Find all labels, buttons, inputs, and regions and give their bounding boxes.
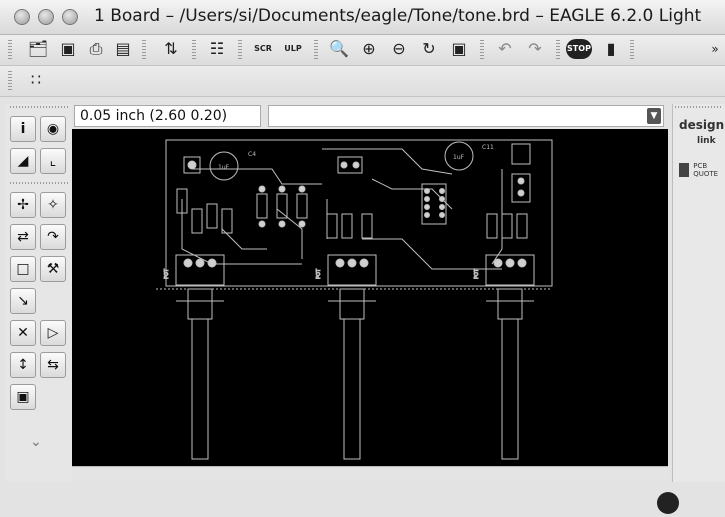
coordinate-bar: 0.05 inch (2.60 0.20) ▼ bbox=[72, 104, 668, 128]
toolbar-overflow-icon[interactable]: » bbox=[704, 38, 725, 60]
zoom-in-icon[interactable]: ⊕ bbox=[358, 38, 380, 60]
close-window-button[interactable] bbox=[14, 9, 30, 25]
pot-2-label: POT bbox=[316, 268, 322, 279]
info-icon[interactable]: i bbox=[10, 116, 36, 142]
window-title: 1 Board – /Users/si/Documents/eagle/Tone… bbox=[94, 6, 702, 26]
mark-icon[interactable]: ⌞ bbox=[40, 148, 66, 174]
status-indicator-icon bbox=[657, 492, 679, 514]
toolbar-grip bbox=[142, 40, 146, 60]
pinswap-icon[interactable]: ↕ bbox=[10, 352, 36, 378]
zoom-redraw-icon[interactable]: ↻ bbox=[418, 38, 440, 60]
c4-value: 1uF bbox=[218, 164, 230, 171]
toolbar-grip bbox=[630, 40, 634, 60]
stop-icon[interactable]: STOP bbox=[566, 39, 592, 59]
pcb-quote-label-1: PCB bbox=[693, 162, 708, 170]
toolbar-grip[interactable] bbox=[8, 71, 12, 91]
grid-icon[interactable]: ∷ bbox=[25, 69, 47, 91]
design-link-logo-sub: link bbox=[697, 136, 716, 146]
show-icon[interactable]: ◉ bbox=[40, 116, 66, 142]
command-palette: i ◉ ◢ ⌞ ✢ ✧ ⇄ ↷ □ ⚒ ↘ ✕ ▷ ↕ ⇆ ▣ ⌄ bbox=[6, 104, 72, 484]
replace-icon[interactable]: ⇆ bbox=[40, 352, 66, 378]
save-icon[interactable]: ▣ bbox=[57, 38, 79, 60]
pcb-quote-label-2: QUOTE bbox=[693, 170, 719, 178]
main-toolbar: 🗂 ▣ ⎙ ▤ ⇅ ☷ SCR ULP 🔍 ⊕ ⊖ ↻ ▣ ↶ ↷ STOP ▮… bbox=[0, 35, 725, 66]
paste-icon[interactable]: ↘ bbox=[10, 288, 36, 314]
pot-3-label: POT bbox=[474, 268, 480, 279]
script-icon[interactable]: SCR bbox=[252, 38, 274, 60]
zoom-window-button[interactable] bbox=[62, 9, 78, 25]
board-schematic-icon[interactable]: ⇅ bbox=[160, 38, 182, 60]
change-icon[interactable]: ⚒ bbox=[40, 256, 66, 282]
command-line-input[interactable]: ▼ bbox=[268, 105, 664, 127]
cam-icon[interactable]: ▤ bbox=[112, 38, 134, 60]
zoom-out-icon[interactable]: ⊖ bbox=[388, 38, 410, 60]
library-icon[interactable]: ☷ bbox=[206, 38, 228, 60]
design-link-logo[interactable]: design link bbox=[679, 118, 724, 146]
undo-icon[interactable]: ↶ bbox=[494, 38, 516, 60]
pot-1-label: POT bbox=[164, 268, 170, 279]
mirror-icon[interactable]: ⇄ bbox=[10, 224, 36, 250]
panel-grip[interactable] bbox=[675, 106, 723, 108]
minimize-window-button[interactable] bbox=[38, 9, 54, 25]
chevron-down-icon[interactable]: ▼ bbox=[647, 108, 661, 124]
board-canvas[interactable]: 1uF C4 1uF C11 POT POT POT bbox=[72, 129, 668, 466]
pcb-quote-button[interactable]: PCB QUOTE bbox=[679, 162, 718, 178]
horizontal-scrollbar[interactable] bbox=[72, 466, 668, 481]
zoom-select-icon[interactable]: ▣ bbox=[448, 38, 470, 60]
open-icon[interactable]: 🗂 bbox=[27, 38, 49, 60]
toolbar-grip bbox=[480, 40, 484, 60]
redo-icon[interactable]: ↷ bbox=[524, 38, 546, 60]
rotate-icon[interactable]: ↷ bbox=[40, 224, 66, 250]
toolbar-grip bbox=[556, 40, 560, 60]
delete-icon[interactable]: ✕ bbox=[10, 320, 36, 346]
parameter-toolbar: ∷ bbox=[0, 66, 725, 97]
print-icon[interactable]: ⎙ bbox=[85, 38, 107, 60]
title-bar: 1 Board – /Users/si/Documents/eagle/Tone… bbox=[0, 0, 725, 35]
go-icon[interactable]: ▮ bbox=[600, 38, 622, 60]
add-icon[interactable]: ▷ bbox=[40, 320, 66, 346]
status-bar bbox=[0, 482, 725, 517]
palette-separator bbox=[10, 182, 68, 184]
c11-label: C11 bbox=[482, 144, 494, 151]
c11-value: 1uF bbox=[453, 154, 465, 161]
toolbar-grip[interactable] bbox=[8, 40, 12, 60]
palette-expand-icon[interactable]: ⌄ bbox=[30, 434, 42, 450]
pcb-quote-icon bbox=[679, 163, 689, 177]
ulp-icon[interactable]: ULP bbox=[282, 38, 304, 60]
toolbar-grip bbox=[238, 40, 242, 60]
palette-grip[interactable] bbox=[10, 106, 68, 108]
pcb-drawing: 1uF C4 1uF C11 POT POT POT bbox=[156, 139, 553, 460]
components bbox=[176, 143, 531, 239]
copy-icon[interactable]: ✧ bbox=[40, 192, 66, 218]
zoom-fit-icon[interactable]: 🔍 bbox=[328, 38, 350, 60]
toolbar-grip bbox=[192, 40, 196, 60]
display-icon[interactable]: ◢ bbox=[10, 148, 36, 174]
design-link-panel: design link PCB QUOTE bbox=[672, 104, 725, 482]
group-icon[interactable]: □ bbox=[10, 256, 36, 282]
design-link-logo-text: design bbox=[679, 118, 725, 132]
lock-icon[interactable]: ▣ bbox=[10, 384, 36, 410]
eagle-window: 1 Board – /Users/si/Documents/eagle/Tone… bbox=[0, 0, 725, 517]
move-icon[interactable]: ✢ bbox=[10, 192, 36, 218]
toolbar-grip bbox=[314, 40, 318, 60]
coordinate-display: 0.05 inch (2.60 0.20) bbox=[74, 105, 261, 127]
c4-label: C4 bbox=[248, 151, 256, 158]
